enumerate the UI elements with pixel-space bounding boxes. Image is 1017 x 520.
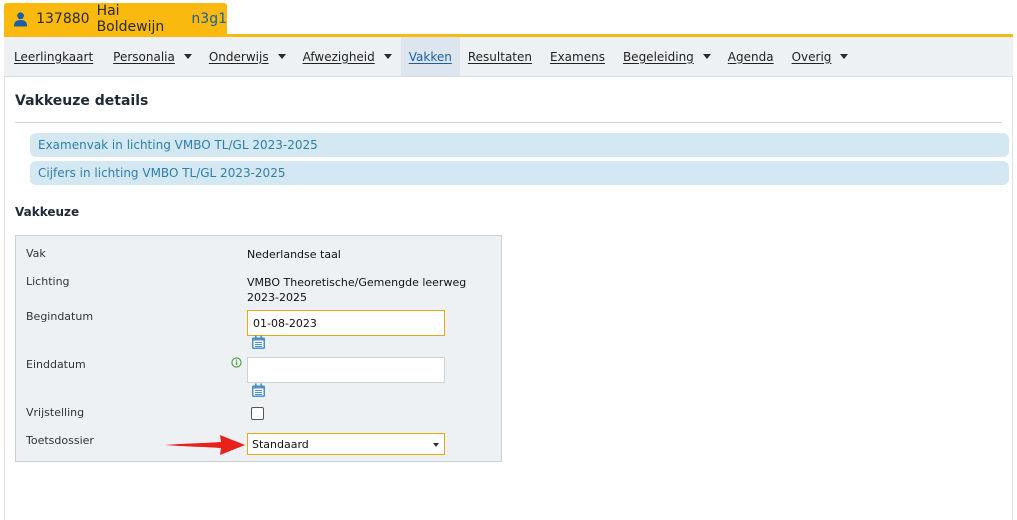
vrijstelling-checkbox[interactable] <box>251 407 264 420</box>
vak-label: Vak <box>26 247 46 260</box>
nav-resultaten[interactable]: Resultaten <box>460 37 540 76</box>
calendar-icon[interactable] <box>251 335 266 350</box>
lichting-label: Lichting <box>26 275 70 288</box>
nav-label: Onderwijs <box>208 49 269 64</box>
link-examenvak[interactable]: Examenvak in lichting VMBO TL/GL 2023-20… <box>30 133 1009 157</box>
nav-agenda[interactable]: Agenda <box>720 37 782 76</box>
nav-leerlingkaart[interactable]: Leerlingkaart <box>6 37 101 76</box>
nav-overig[interactable]: Overig <box>784 37 857 76</box>
lichting-value-line2: 2023-2025 <box>247 291 307 304</box>
nav-begeleiding[interactable]: Begeleiding <box>615 37 719 76</box>
nav-label: Resultaten <box>467 49 532 64</box>
link-label: Examenvak in lichting VMBO TL/GL 2023-20… <box>38 138 318 152</box>
einddatum-input[interactable] <box>247 357 445 383</box>
nav-label: Leerlingkaart <box>14 49 94 64</box>
link-cijfers[interactable]: Cijfers in lichting VMBO TL/GL 2023-2025 <box>30 161 1009 185</box>
vak-value: Nederlandse taal <box>247 248 341 261</box>
caret-down-icon <box>702 54 711 59</box>
student-name: Hai Boldewijn <box>96 3 165 35</box>
nav-label: Begeleiding <box>622 49 694 64</box>
toetsdossier-select[interactable]: Standaard <box>247 433 445 455</box>
nav-vakken[interactable]: Vakken <box>400 37 460 76</box>
nav-label: Overig <box>791 49 832 64</box>
nav-onderwijs[interactable]: Onderwijs <box>201 37 294 76</box>
calendar-icon[interactable] <box>251 383 266 398</box>
nav-label: Agenda <box>727 49 774 64</box>
toetsdossier-value: Standaard <box>252 437 309 451</box>
begindatum-input[interactable] <box>247 310 445 336</box>
main-nav: Leerlingkaart Personalia Onderwijs Afwez… <box>4 37 1013 77</box>
toetsdossier-label: Toetsdossier <box>26 434 94 447</box>
caret-down-icon <box>383 54 392 59</box>
student-class: n3g1 <box>191 11 227 27</box>
vrijstelling-label: Vrijstelling <box>26 406 85 419</box>
nav-examens[interactable]: Examens <box>542 37 613 76</box>
student-tab[interactable]: 137880 Hai Boldewijn n3g1 <box>4 3 227 35</box>
dropdown-arrow-icon <box>433 443 439 447</box>
lichting-value: VMBO Theoretische/Gemengde leerweg 2023-… <box>247 275 466 305</box>
begindatum-label: Begindatum <box>26 310 94 323</box>
caret-down-icon <box>277 54 286 59</box>
nav-label: Personalia <box>113 49 175 64</box>
nav-label: Examens <box>549 49 605 64</box>
caret-down-icon <box>840 54 849 59</box>
annotation-arrow-icon <box>165 435 245 455</box>
link-label: Cijfers in lichting VMBO TL/GL 2023-2025 <box>38 166 286 180</box>
info-icon[interactable] <box>231 357 242 368</box>
person-icon <box>13 12 28 27</box>
divider <box>15 122 1002 123</box>
nav-afwezigheid[interactable]: Afwezigheid <box>295 37 400 76</box>
nav-label: Vakken <box>408 49 452 64</box>
nav-personalia[interactable]: Personalia <box>105 37 200 76</box>
lichting-value-line1: VMBO Theoretische/Gemengde leerweg <box>247 276 467 289</box>
page-title: Vakkeuze details <box>15 93 149 109</box>
nav-label: Afwezigheid <box>302 49 375 64</box>
einddatum-label: Einddatum <box>26 358 86 371</box>
student-number: 137880 <box>36 11 90 27</box>
caret-down-icon <box>183 54 192 59</box>
section-title: Vakkeuze <box>15 205 80 219</box>
